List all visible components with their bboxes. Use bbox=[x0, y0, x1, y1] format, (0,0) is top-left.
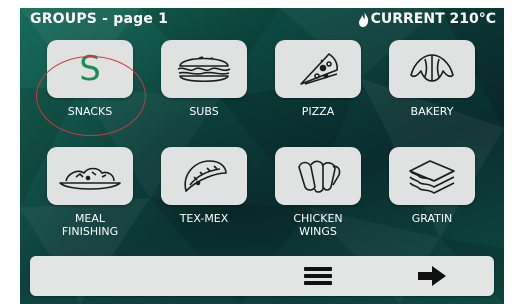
group-tex-mex[interactable]: TEX-MEX bbox=[147, 147, 261, 225]
chicken-wings-button[interactable] bbox=[275, 147, 361, 205]
bakery-button[interactable] bbox=[389, 40, 475, 98]
group-snacks[interactable]: S SNACKS bbox=[33, 40, 147, 118]
group-pizza[interactable]: PIZZA bbox=[261, 40, 375, 118]
meal-finishing-button[interactable] bbox=[47, 147, 133, 205]
meal-plate-icon bbox=[59, 167, 121, 190]
group-label: MEAL FINISHING bbox=[61, 212, 119, 238]
group-subs[interactable]: SUBS bbox=[147, 40, 261, 118]
group-chicken-wings[interactable]: CHICKEN WINGS bbox=[261, 147, 375, 238]
sandwich-icon bbox=[177, 56, 231, 83]
current-temperature: CURRENT 210°C bbox=[358, 11, 496, 27]
snacks-s-icon: S bbox=[79, 49, 101, 89]
snacks-button[interactable]: S bbox=[47, 40, 133, 98]
subs-button[interactable] bbox=[161, 40, 247, 98]
group-gratin[interactable]: GRATIN bbox=[375, 147, 489, 225]
group-label: GRATIN bbox=[411, 212, 453, 225]
lasagna-icon bbox=[409, 160, 455, 194]
menu-icon[interactable] bbox=[303, 266, 333, 286]
chicken-wings-icon bbox=[298, 160, 341, 193]
group-label: CHICKEN WINGS bbox=[293, 212, 343, 238]
group-bakery[interactable]: BAKERY bbox=[375, 40, 489, 118]
group-label: SUBS bbox=[189, 105, 219, 118]
bottom-bar bbox=[30, 256, 494, 296]
current-temperature-label: CURRENT 210°C bbox=[370, 11, 496, 27]
group-label: PIZZA bbox=[301, 105, 335, 118]
arrow-right-icon[interactable] bbox=[417, 265, 447, 287]
group-label: TEX-MEX bbox=[179, 212, 229, 225]
group-meal-finishing[interactable]: MEAL FINISHING bbox=[33, 147, 147, 238]
top-bar: GROUPS - page 1 CURRENT 210°C bbox=[20, 8, 504, 32]
taco-icon bbox=[184, 160, 227, 192]
gratin-button[interactable] bbox=[389, 147, 475, 205]
tex-mex-button[interactable] bbox=[161, 147, 247, 205]
pizza-button[interactable] bbox=[275, 40, 361, 98]
group-label: SNACKS bbox=[67, 105, 113, 118]
oven-screen: GROUPS - page 1 CURRENT 210°C S SNACKS S… bbox=[20, 8, 504, 304]
croissant-icon bbox=[410, 54, 454, 82]
flame-icon bbox=[358, 11, 368, 27]
group-label: BAKERY bbox=[410, 105, 454, 118]
pizza-slice-icon bbox=[300, 53, 338, 85]
page-title: GROUPS - page 1 bbox=[30, 11, 169, 27]
